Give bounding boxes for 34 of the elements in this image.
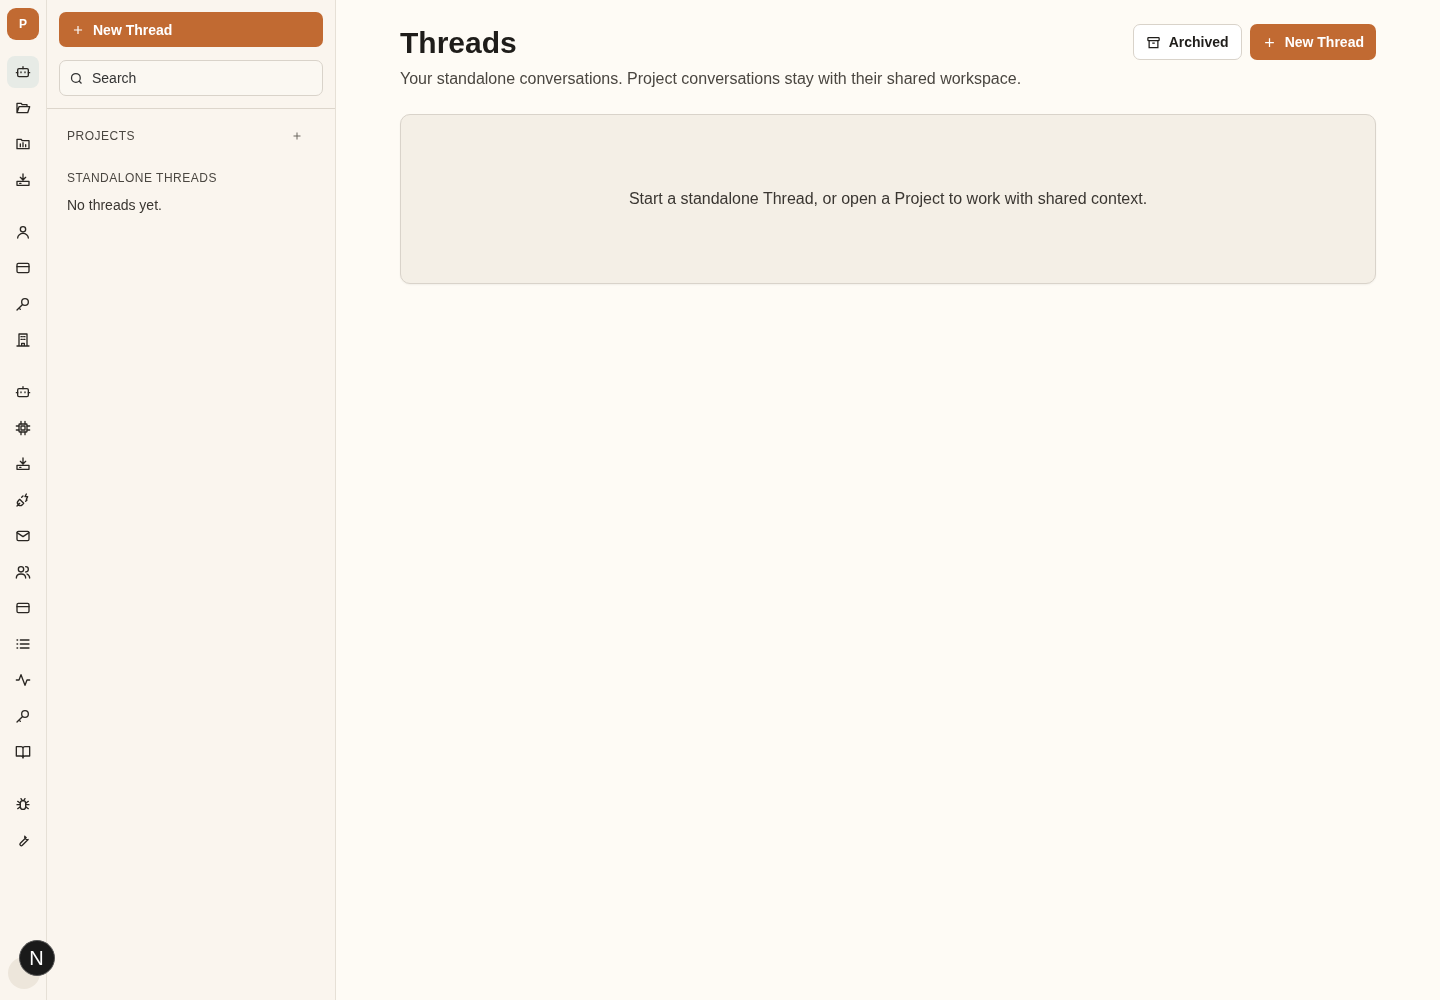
list-icon <box>15 636 31 652</box>
section-title: PROJECTS <box>67 129 135 143</box>
new-thread-button[interactable]: New Thread <box>59 12 323 47</box>
user-icon <box>15 224 31 240</box>
activity-icon <box>15 672 31 688</box>
download-tray-icon <box>15 456 31 472</box>
building-icon <box>15 332 31 348</box>
download-tray-icon <box>15 172 31 188</box>
key-icon <box>15 296 31 312</box>
credit-card-icon <box>15 600 31 616</box>
page-title: Threads <box>400 26 518 60</box>
empty-message: No threads yet. <box>67 197 163 213</box>
section-title: STANDALONE THREADS <box>67 171 217 185</box>
plug-icon <box>15 492 31 508</box>
archived-button[interactable]: Archived <box>1132 24 1242 60</box>
bug-icon <box>15 796 31 812</box>
robot-icon <box>15 384 31 400</box>
add-icon[interactable] <box>291 130 303 142</box>
robot-icon <box>15 64 31 80</box>
credit-card-icon <box>15 260 31 276</box>
mail-icon <box>15 528 31 544</box>
folder-icon <box>15 100 31 116</box>
new-thread-button[interactable]: New Thread <box>1249 24 1376 60</box>
page-subtitle: Your standalone conversations. Project conversations stay with their shared workspace. <box>400 70 1022 88</box>
archive-icon <box>1145 34 1161 50</box>
chip-icon <box>15 420 31 436</box>
book-icon <box>15 744 31 760</box>
bot-nav-button[interactable] <box>7 56 39 88</box>
users-icon <box>15 564 31 580</box>
empty-state-text: Start a standalone Thread, or open a Project to work with shared context. <box>628 190 1148 208</box>
key-icon <box>15 708 31 724</box>
workspace-avatar[interactable]: P <box>7 8 39 40</box>
search-field[interactable]: Search <box>59 60 323 96</box>
folder-chart-icon <box>15 136 31 152</box>
